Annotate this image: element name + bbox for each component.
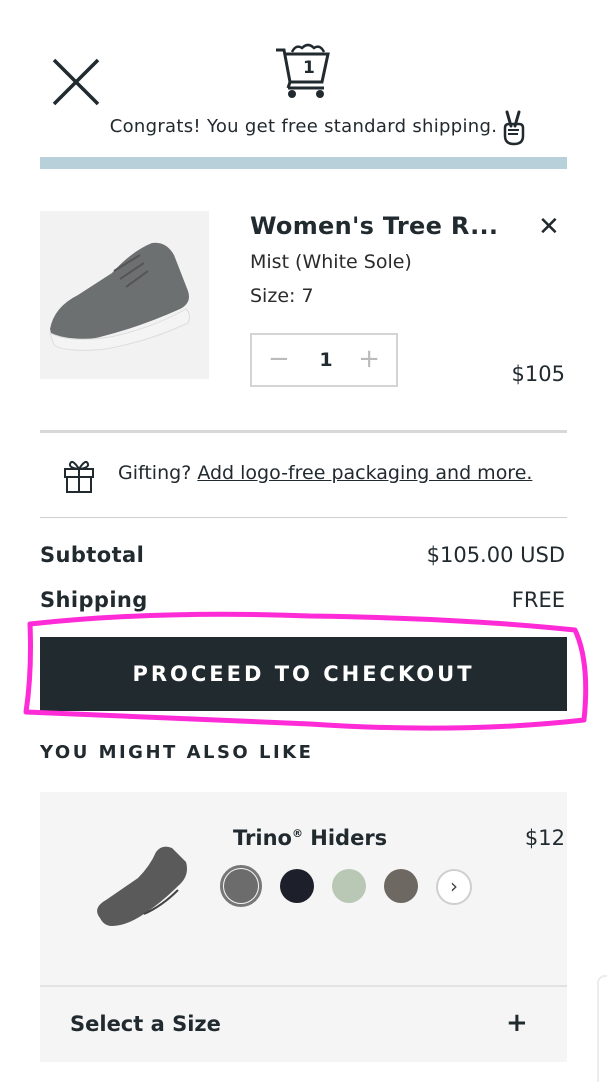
product-price: $105	[511, 362, 565, 386]
product-size: Size: 7	[250, 285, 314, 307]
color-swatch[interactable]	[224, 869, 258, 903]
shipping-label: Shipping	[40, 588, 148, 612]
divider	[40, 430, 567, 433]
color-swatch[interactable]	[280, 869, 314, 903]
product-name[interactable]: Women's Tree R...	[250, 212, 498, 240]
recommendation-name-text: Trino	[233, 826, 292, 850]
cart-icon[interactable]: 1	[272, 42, 334, 100]
recommendation-name-suffix: Hiders	[310, 826, 388, 850]
chevron-right-icon[interactable]: ›	[436, 869, 472, 905]
plus-icon[interactable]: +	[506, 1008, 528, 1038]
select-size-label[interactable]: Select a Size	[70, 1012, 221, 1036]
product-variant: Mist (White Sole)	[250, 251, 412, 273]
color-swatch[interactable]	[384, 869, 418, 903]
edge-panel	[597, 975, 607, 1082]
free-shipping-progress	[40, 157, 567, 169]
shipping-value: FREE	[511, 588, 565, 612]
close-icon[interactable]	[48, 54, 104, 110]
product-image-trino-hiders[interactable]	[72, 830, 212, 940]
gifting-row: Gifting? Add logo-free packaging and mor…	[118, 462, 532, 484]
remove-item-icon[interactable]: ✕	[538, 212, 560, 242]
quantity-stepper: − 1 +	[250, 333, 398, 387]
gifting-prefix: Gifting?	[118, 462, 192, 484]
divider	[40, 517, 567, 518]
cart-count: 1	[303, 58, 315, 78]
proceed-to-checkout-button[interactable]: PROCEED TO CHECKOUT	[40, 637, 567, 711]
gifting-link[interactable]: Add logo-free packaging and more.	[197, 462, 532, 484]
subtotal-value: $105.00 USD	[426, 543, 565, 567]
divider	[40, 985, 567, 987]
gift-icon	[64, 460, 94, 493]
registered-mark: ®	[291, 827, 303, 840]
recommendations-heading: YOU MIGHT ALSO LIKE	[40, 742, 314, 763]
increase-quantity-button[interactable]: +	[358, 344, 380, 374]
product-image-tree-runner[interactable]	[40, 211, 209, 379]
recommendation-price: $12	[524, 826, 565, 850]
recommendation-name[interactable]: Trino® Hiders	[233, 826, 387, 850]
peace-hand-icon	[503, 110, 525, 146]
subtotal-label: Subtotal	[40, 543, 145, 567]
color-swatch[interactable]	[332, 869, 366, 903]
